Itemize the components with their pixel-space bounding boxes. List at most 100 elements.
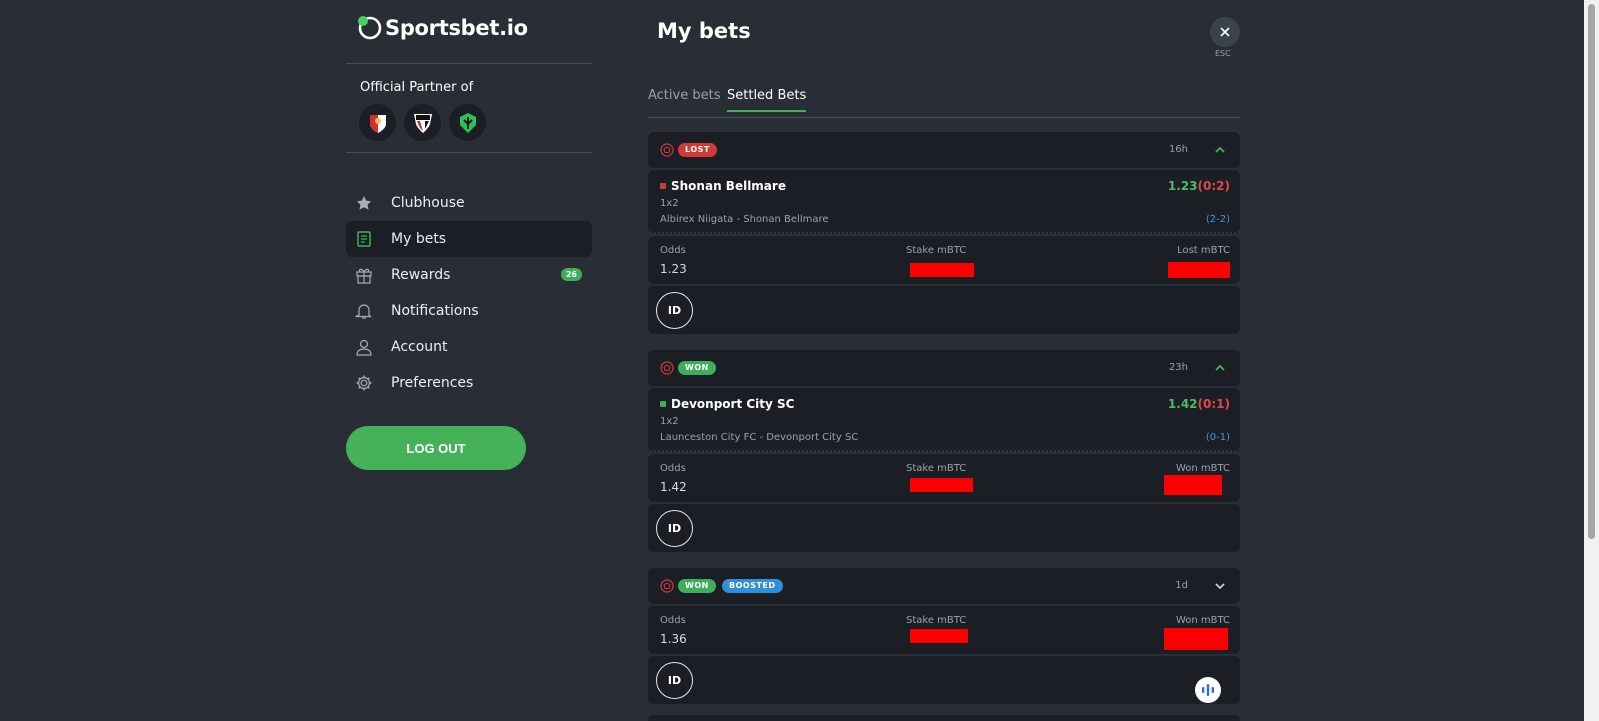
bet-header[interactable]: WON 23h xyxy=(648,350,1240,386)
odds-label: Odds xyxy=(660,615,686,626)
bet-tabs: Active bets Settled Bets xyxy=(648,88,1240,118)
football-icon xyxy=(660,579,674,593)
bet-card: WON 23h Devonport City SC 1.42(0:1) 1x2 … xyxy=(648,350,1240,552)
bet-id-row: ID xyxy=(648,504,1240,552)
live-score: (0:2) xyxy=(1197,179,1230,193)
bet-summary: Odds 1.23 Stake mBTC Lost mBTC xyxy=(648,236,1240,284)
final-score: (0-1) xyxy=(1205,432,1230,443)
bet-header[interactable]: WON BOOSTED 1d xyxy=(648,568,1240,604)
bet-time: 16h xyxy=(1168,144,1188,155)
odds-label: Odds xyxy=(660,463,686,474)
bet-card: LOST 16h Shonan Bellmare 1.23(0:2) 1x2 A… xyxy=(648,132,1240,334)
odds-value: 1.42 xyxy=(660,480,687,494)
bet-card xyxy=(648,715,1240,721)
bet-header[interactable]: LOST 16h xyxy=(648,132,1240,168)
bet-time: 23h xyxy=(1168,362,1188,373)
redacted-stake xyxy=(910,478,973,492)
sidebar-item-label: Notifications xyxy=(391,303,479,319)
redacted-result xyxy=(1164,475,1222,495)
odds-value: 1.23 xyxy=(1167,179,1198,193)
odds-label: Odds xyxy=(660,245,686,256)
won-indicator xyxy=(660,401,666,407)
sidebar-item-label: Account xyxy=(391,339,448,355)
live-score: (0:1) xyxy=(1197,397,1230,411)
sidebar-item-my-bets[interactable]: My bets xyxy=(346,221,592,257)
sidebar-item-notifications[interactable]: Notifications xyxy=(346,293,592,329)
redacted-result xyxy=(1164,628,1228,650)
bet-id-button[interactable]: ID xyxy=(656,510,693,547)
market-name: 1x2 xyxy=(660,198,679,209)
stake-label: Stake mBTC xyxy=(906,615,967,626)
close-icon xyxy=(1220,27,1230,37)
page-title: My bets xyxy=(657,19,751,43)
match-name: Albirex Niigata - Shonan Bellmare xyxy=(660,214,829,225)
market-name: 1x2 xyxy=(660,416,679,427)
sidebar-item-rewards[interactable]: Rewards 26 xyxy=(346,257,592,293)
selection-label: Shonan Bellmare xyxy=(671,179,786,193)
status-badge: WON xyxy=(678,361,716,375)
betslip-icon xyxy=(353,228,375,250)
bet-selection: Shonan Bellmare 1.23(0:2) 1x2 Albirex Ni… xyxy=(648,170,1240,234)
selection-label: Devonport City SC xyxy=(671,397,795,411)
esports-crest-icon[interactable] xyxy=(449,104,486,141)
odds-value: 1.23 xyxy=(660,262,687,276)
selection-name: Shonan Bellmare xyxy=(660,179,786,193)
sidebar-item-label: Clubhouse xyxy=(391,195,465,211)
bet-summary: Odds 1.42 Stake mBTC Won mBTC xyxy=(648,454,1240,502)
scrollbar-thumb[interactable] xyxy=(1588,4,1595,539)
logout-button[interactable]: LOG OUT xyxy=(346,426,526,470)
brand-name: Sportsbet.io xyxy=(385,16,528,40)
gift-icon xyxy=(353,264,375,286)
tab-active-bets[interactable]: Active bets xyxy=(648,88,720,111)
scrollbar[interactable] xyxy=(1584,0,1599,721)
odds-value: 1.36 xyxy=(660,632,687,646)
audio-bars-icon xyxy=(1202,684,1214,696)
result-label: Won mBTC xyxy=(1175,615,1230,626)
sidebar-item-preferences[interactable]: Preferences xyxy=(346,365,592,401)
close-button[interactable] xyxy=(1210,17,1240,47)
sidebar-item-account[interactable]: Account xyxy=(346,329,592,365)
sidebar-item-label: Rewards xyxy=(391,267,451,283)
chevron-down-icon[interactable] xyxy=(1214,580,1226,592)
redacted-stake xyxy=(910,629,968,643)
stake-label: Stake mBTC xyxy=(906,245,967,256)
football-icon xyxy=(660,143,674,157)
lost-indicator xyxy=(660,183,666,189)
bet-id-row: ID xyxy=(648,286,1240,334)
bell-icon xyxy=(353,300,375,322)
sao-paulo-crest-icon[interactable] xyxy=(404,104,441,141)
chevron-up-icon[interactable] xyxy=(1214,362,1226,374)
logo-mark-icon xyxy=(357,15,383,41)
final-score: (2-2) xyxy=(1205,214,1230,225)
boosted-badge: BOOSTED xyxy=(722,579,783,593)
bet-id-row: ID xyxy=(648,656,1240,704)
southampton-crest-icon[interactable] xyxy=(359,104,396,141)
result-label: Lost mBTC xyxy=(1177,245,1230,256)
rewards-count-badge: 26 xyxy=(560,268,582,281)
selection-odds: 1.23(0:2) xyxy=(1168,179,1230,193)
sidebar-nav: Clubhouse My bets Rewards 26 Notificatio… xyxy=(346,185,592,401)
bet-time: 1d xyxy=(1175,580,1188,591)
bet-summary: Odds 1.36 Stake mBTC Won mBTC xyxy=(648,606,1240,654)
bet-card: WON BOOSTED 1d Odds 1.36 Stake mBTC Won … xyxy=(648,568,1240,704)
sidebar-item-label: Preferences xyxy=(391,375,474,391)
status-badge: WON xyxy=(678,579,716,593)
selection-name: Devonport City SC xyxy=(660,397,794,411)
partner-title: Official Partner of xyxy=(360,80,474,95)
sidebar-item-label: My bets xyxy=(391,231,447,247)
sidebar-item-clubhouse[interactable]: Clubhouse xyxy=(346,185,592,221)
brand-logo[interactable]: Sportsbet.io xyxy=(357,15,528,41)
redacted-stake xyxy=(910,263,974,277)
star-icon xyxy=(353,192,375,214)
divider xyxy=(346,152,592,153)
gear-icon xyxy=(353,372,375,394)
bet-id-button[interactable]: ID xyxy=(656,662,693,699)
bet-id-button[interactable]: ID xyxy=(656,292,693,329)
esc-hint: ESC xyxy=(1215,49,1231,58)
odds-value: 1.42 xyxy=(1167,397,1198,411)
bet-selection: Devonport City SC 1.42(0:1) 1x2 Launcest… xyxy=(648,388,1240,452)
chat-widget-button[interactable] xyxy=(1195,677,1221,703)
chevron-up-icon[interactable] xyxy=(1214,144,1226,156)
user-icon xyxy=(353,336,375,358)
tab-settled-bets[interactable]: Settled Bets xyxy=(727,88,807,112)
